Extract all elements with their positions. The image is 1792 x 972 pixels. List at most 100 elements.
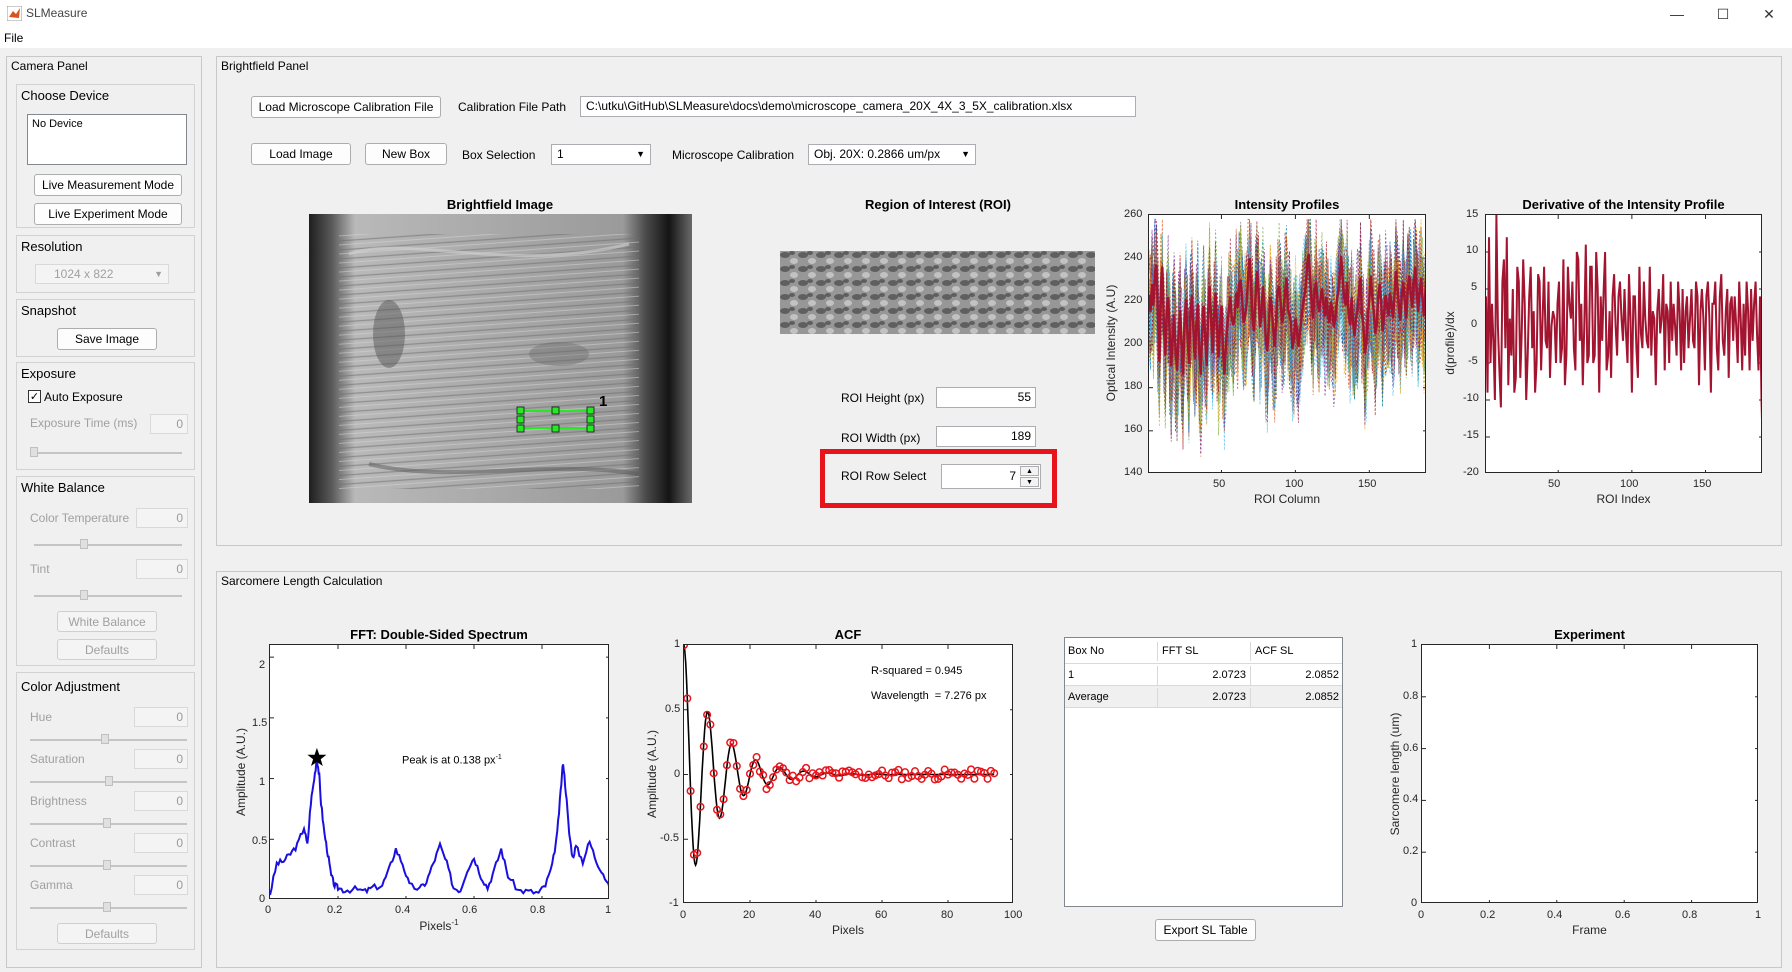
acf-fit-line: [684, 645, 995, 868]
white-balance-button[interactable]: White Balance: [57, 611, 157, 632]
box-selection-label: Box Selection: [462, 148, 536, 162]
resolution-dropdown[interactable]: 1024 x 822 ▼: [35, 264, 169, 284]
saturation-slider-thumb[interactable]: [105, 776, 113, 786]
experiment-chart[interactable]: [1421, 644, 1758, 903]
close-button[interactable]: ✕: [1746, 0, 1792, 28]
tick-label: 0.6: [1403, 742, 1419, 754]
chevron-down-icon: ▼: [636, 149, 645, 159]
load-calibration-button[interactable]: Load Microscope Calibration File: [251, 96, 441, 118]
experiment-chart-title: Experiment: [1554, 627, 1625, 642]
tick-label: 0: [680, 909, 687, 921]
acf-data-point: [970, 774, 979, 783]
brightfield-image-title: Brightfield Image: [446, 197, 554, 212]
tick-label: 0.8: [1682, 909, 1698, 921]
derivative-chart[interactable]: [1485, 214, 1762, 473]
tick-label: 0.6: [462, 904, 478, 916]
export-sl-table-button[interactable]: Export SL Table: [1155, 919, 1256, 941]
hue-field[interactable]: 0: [134, 707, 188, 727]
menu-file[interactable]: File: [4, 31, 23, 45]
color-temperature-slider[interactable]: [34, 544, 182, 546]
tick-label: -1: [669, 897, 679, 909]
new-box-button[interactable]: New Box: [365, 143, 447, 165]
hue-slider-thumb[interactable]: [101, 734, 109, 744]
acf-chart-title: ACF: [834, 627, 862, 642]
acf-wavelength-annotation: Wavelength = 7.276 px: [871, 690, 987, 702]
derivative-xlabel: ROI Index: [1596, 492, 1651, 506]
fft-peak-text: Peak is at 0.138 px: [402, 754, 496, 767]
calibration-path-field[interactable]: C:\utku\GitHub\SLMeasure\docs\demo\micro…: [580, 96, 1136, 117]
roi-title: Region of Interest (ROI): [865, 197, 1011, 212]
brightness-slider-thumb[interactable]: [103, 818, 111, 828]
live-measurement-button[interactable]: Live Measurement Mode: [34, 174, 182, 196]
derivative-ylabel: d(profile)/dx: [1443, 311, 1457, 375]
exposure-title: Exposure: [21, 366, 76, 381]
tint-field[interactable]: 0: [136, 559, 188, 579]
device-list[interactable]: No Device: [27, 114, 187, 165]
gamma-slider-thumb[interactable]: [103, 902, 111, 912]
tick-label: 0.4: [395, 904, 411, 916]
tick-label: 0.2: [1403, 845, 1419, 857]
acf-chart[interactable]: [683, 644, 1013, 903]
tick-label: 140: [1124, 466, 1143, 478]
spinner-down-icon[interactable]: ▼: [1020, 477, 1039, 487]
exposure-slider[interactable]: [32, 452, 182, 454]
gamma-field[interactable]: 0: [134, 875, 188, 895]
save-image-button[interactable]: Save Image: [57, 328, 157, 350]
derivative-chart-title: Derivative of the Intensity Profile: [1522, 197, 1725, 212]
auto-exposure-label: Auto Exposure: [44, 390, 123, 404]
load-image-button[interactable]: Load Image: [251, 143, 351, 165]
fft-chart[interactable]: [269, 644, 609, 899]
tick-label: 10: [1466, 244, 1479, 256]
auto-exposure-checkbox[interactable]: ✓: [28, 390, 41, 403]
contrast-slider-thumb[interactable]: [103, 860, 111, 870]
roi-row-label: ROI Row Select: [841, 469, 927, 483]
box-selection-dropdown[interactable]: 1 ▼: [551, 144, 651, 165]
roi-height-field[interactable]: 55: [936, 387, 1036, 408]
table-cell: 2.0723: [1157, 688, 1250, 707]
fft-peak-superscript: -1: [495, 754, 502, 761]
saturation-field[interactable]: 0: [134, 749, 188, 769]
color-temperature-slider-thumb[interactable]: [80, 539, 88, 549]
tick-label: 0: [1418, 909, 1425, 921]
exposure-time-field[interactable]: 0: [150, 414, 188, 434]
tick-label: 160: [1124, 423, 1143, 435]
tick-label: -5: [1468, 355, 1478, 367]
intensity-chart-title: Intensity Profiles: [1234, 197, 1340, 212]
color-temperature-field[interactable]: 0: [136, 508, 188, 528]
live-experiment-button[interactable]: Live Experiment Mode: [34, 203, 182, 225]
color-adjustment-defaults-button[interactable]: Defaults: [57, 923, 157, 944]
brightfield-image[interactable]: [309, 214, 692, 503]
tick-label: 0: [1471, 318, 1478, 330]
tick-label: 240: [1124, 251, 1143, 263]
maximize-button[interactable]: ☐: [1700, 0, 1746, 28]
brightness-field[interactable]: 0: [134, 791, 188, 811]
tick-label: 100: [1004, 909, 1023, 921]
camera-panel-title: Camera Panel: [9, 59, 90, 73]
minimize-button[interactable]: —: [1654, 0, 1700, 28]
tick-label: 0.5: [665, 703, 681, 715]
tick-label: 100: [1285, 478, 1304, 490]
tick-label: 2: [259, 659, 266, 671]
tick-label: 60: [875, 909, 888, 921]
exposure-slider-thumb[interactable]: [30, 447, 38, 457]
tick-label: 100: [1620, 478, 1639, 490]
white-balance-defaults-button[interactable]: Defaults: [57, 639, 157, 660]
microscope-calibration-dropdown[interactable]: Obj. 20X: 0.2866 um/px ▼: [808, 144, 976, 165]
spinner-up-icon[interactable]: ▲: [1020, 466, 1039, 476]
acf-rsquared-annotation: R-squared = 0.945: [871, 665, 963, 677]
roi-width-field[interactable]: 189: [936, 426, 1036, 447]
intensity-chart[interactable]: [1148, 214, 1426, 473]
tick-label: 0.8: [1403, 690, 1419, 702]
chevron-down-icon: ▼: [154, 269, 163, 279]
chevron-down-icon: ▼: [961, 149, 970, 159]
tint-slider-thumb[interactable]: [80, 590, 88, 600]
tint-slider[interactable]: [34, 595, 182, 597]
tick-label: 0.4: [1403, 793, 1419, 805]
fft-chart-title: FFT: Double-Sided Spectrum: [350, 627, 528, 642]
box-selection-value: 1: [557, 147, 564, 161]
contrast-field[interactable]: 0: [134, 833, 188, 853]
tick-label: -0.5: [660, 832, 679, 844]
matlab-icon: [7, 6, 22, 21]
tick-label: 0.5: [252, 835, 268, 847]
snapshot-title: Snapshot: [21, 303, 76, 318]
